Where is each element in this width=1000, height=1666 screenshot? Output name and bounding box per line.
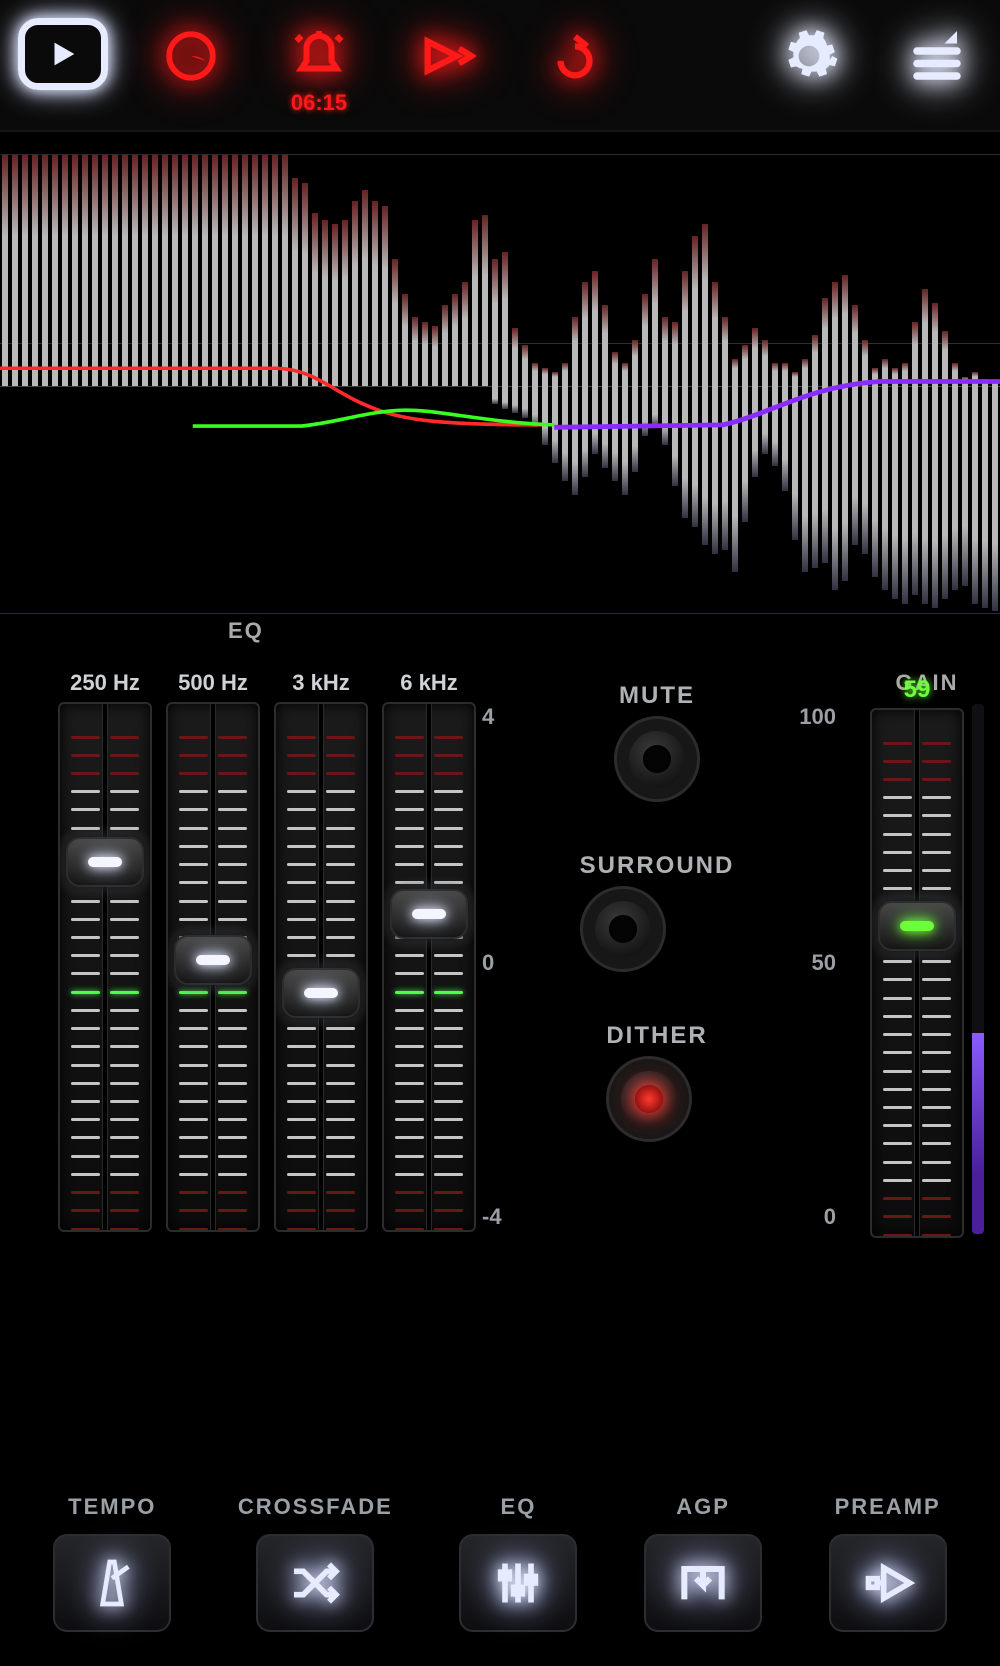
tempo-button[interactable] — [53, 1534, 171, 1632]
gain-level-meter — [972, 704, 984, 1234]
preamp-label: PREAMP — [835, 1494, 941, 1520]
crossfade-label: CROSSFADE — [238, 1494, 393, 1520]
eq-btn-label: EQ — [501, 1494, 537, 1520]
surround-control: SURROUND — [580, 852, 735, 972]
spectrum-visualizer[interactable] — [0, 154, 1000, 614]
mute-control: MUTE — [614, 682, 700, 802]
bottom-toolbar: TEMPO CROSSFADE EQ AGP PREAMP — [0, 1466, 1000, 1666]
eq-band-label: 3 kHz — [292, 670, 349, 696]
settings-button[interactable] — [764, 18, 854, 94]
gain-slider[interactable] — [870, 708, 964, 1238]
surround-knob[interactable] — [580, 886, 666, 972]
gain-value-label: 59 — [904, 676, 931, 704]
mix-button[interactable] — [530, 18, 620, 94]
crossfade-button[interactable] — [256, 1534, 374, 1632]
eq-band-label: 500 Hz — [178, 670, 248, 696]
eq-slider-2[interactable] — [274, 702, 368, 1232]
gain-axis: 100 50 0 — [792, 670, 842, 1238]
eq-slider-3[interactable] — [382, 702, 476, 1232]
agp-label: AGP — [676, 1494, 730, 1520]
tempo-label: TEMPO — [68, 1494, 156, 1520]
play-through-button[interactable] — [402, 18, 492, 94]
alarm-button[interactable]: 06:15 — [274, 18, 364, 116]
sleep-timer-button[interactable] — [146, 18, 236, 94]
preamp-button[interactable] — [829, 1534, 947, 1632]
mute-knob[interactable] — [614, 716, 700, 802]
gain-section: GAIN 59 — [870, 670, 984, 1238]
eq-band-label: 6 kHz — [400, 670, 457, 696]
alarm-time-label: 06:15 — [291, 90, 347, 116]
eq-axis: 4 0 -4 — [482, 670, 522, 1238]
play-button[interactable] — [18, 18, 108, 90]
eq-section-label: EQ — [228, 618, 264, 644]
agp-button[interactable] — [644, 1534, 762, 1632]
eq-slider-0[interactable] — [58, 702, 152, 1232]
menu-button[interactable] — [892, 18, 982, 94]
controls-panel: EQ 250 Hz 500 Hz 3 kHz 6 kHz 4 0 -4 MUTE SU… — [0, 614, 1000, 1466]
eq-slider-1[interactable] — [166, 702, 260, 1232]
eq-band-label: 250 Hz — [70, 670, 140, 696]
dither-control: DITHER — [606, 1022, 707, 1142]
dither-knob[interactable] — [606, 1056, 692, 1142]
topbar: 06:15 — [0, 0, 1000, 132]
eq-button[interactable] — [459, 1534, 577, 1632]
